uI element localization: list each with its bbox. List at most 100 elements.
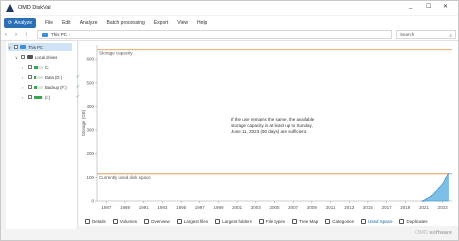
x-tick-label: 2011 [326,205,336,210]
tab-label: Tree Map [299,218,319,224]
tree-checkbox[interactable] [28,95,32,99]
search-input[interactable]: Search ⌕ [396,30,456,39]
y-tick-label: 400 [86,104,94,109]
x-tick-label: 2021 [419,205,430,210]
tab-label: Details [92,218,106,224]
used-space-point [444,177,447,180]
tab-label: Duplicates [406,218,428,224]
used-space-point [430,195,433,197]
tab-icon [325,218,331,224]
tab-details[interactable]: Details [85,218,106,224]
view-tabs: Details Volumes Overview Largest files Large… [79,215,458,227]
forecast-annotation: June 11, 2023 (90 days) are sufficient. [231,129,307,134]
tree-item-label: Data (D:) [45,74,62,80]
used-space-chart: 0 100 200 300 400 500 600 Storage (GB) 1987 1989 1… [79,41,458,226]
used-space-area [421,172,449,202]
brand-prefix: OMD [415,230,430,236]
tree-item-label: This PC [28,44,43,50]
tab-largest-folders[interactable]: Largest folders [215,218,252,224]
title-bar: OMD DiskVal _ ☐ ✕ [1,1,458,15]
x-tick-label: 1989 [120,205,131,210]
x-tick-label: 2017 [382,205,393,210]
tree-item-label: (I:) [45,94,51,100]
chevron-right-icon: › [69,32,71,37]
analyze-button[interactable]: ⟳ Analyze [4,17,36,28]
tab-categories[interactable]: Categories [325,218,354,224]
tab-volumes[interactable]: Volumes [112,218,138,224]
x-tick-label: 2019 [400,205,411,210]
tree-checkbox[interactable] [28,65,32,69]
app-logo-icon [6,4,14,12]
used-space-point [447,173,449,175]
x-tick-label: 2023 [438,205,449,210]
used-space-point [421,200,423,202]
tree-item[interactable]: › Backup (F:) ✓ [22,83,80,91]
search-icon: ⌕ [449,33,452,39]
tab-icon [144,218,150,224]
tab-label: Categories [332,218,354,224]
menu-item-analyze[interactable]: Analyze [80,20,98,26]
x-tick-label: 1999 [213,205,224,210]
chart-svg: 0 100 200 300 400 500 600 Storage (GB) 1987 1989 1… [81,45,452,210]
tab-used-space[interactable]: Used Space [360,218,392,224]
drive-usage-bar [34,65,43,69]
tree-item[interactable]: › (I:) ✓ [22,93,80,101]
brand-name: software [429,230,452,236]
tab-icon [85,218,90,224]
tab-icon [176,218,182,224]
tree-item-label: Backup (F:) [45,84,67,90]
forecast-annotation: storage capacity is at least up to Sunda… [231,123,313,128]
tab-overview[interactable]: Overview [144,218,170,224]
menu-item-file[interactable]: File [45,20,53,26]
tree-item[interactable]: › C: [22,63,72,71]
tree-item-label: Local drives [35,54,58,60]
app-window: OMD DiskVal _ ☐ ✕ ⟳ Analyze File Edit An… [0,0,459,241]
up-button[interactable]: ↑ [21,32,31,38]
close-button[interactable]: ✕ [443,3,448,10]
tree-checkbox[interactable] [21,55,25,59]
back-button[interactable]: ‹ [1,32,11,38]
tree-item[interactable]: › Data (D:) ✓ [22,73,80,81]
tab-icon [215,218,221,224]
menu-item-edit[interactable]: Edit [62,20,71,26]
x-tick-label: 2007 [288,205,299,210]
x-tick-label: 1993 [157,205,168,210]
used-space-point [442,183,444,185]
refresh-icon: ⟳ [8,19,13,26]
menu-bar: ⟳ Analyze File Edit Analyze Batch proces… [1,16,458,29]
menu-item-view[interactable]: View [177,20,188,26]
y-tick-label: 600 [86,57,94,62]
menu-item-batch[interactable]: Batch processing [106,20,144,26]
maximize-button[interactable]: ☐ [426,3,431,10]
y-tick-label: 300 [86,128,94,133]
tab-tree-map[interactable]: Tree Map [292,218,319,224]
tab-duplicates[interactable]: Duplicates [399,218,428,224]
tree-checkbox[interactable] [28,75,32,79]
tree-checkbox[interactable] [14,45,18,49]
drive-usage-fill [34,75,36,79]
tree-item[interactable]: ∨ This PC [8,43,72,51]
tab-largest-files[interactable]: Largest files [176,218,208,224]
tree-checkbox[interactable] [28,85,32,89]
tab-label: Volumes [119,218,138,224]
tab-icon [292,218,298,224]
forward-button[interactable]: › [11,32,21,38]
tree-item[interactable]: ∨ Local drives [15,53,72,61]
tab-icon [399,218,405,224]
tab-icon [112,218,118,224]
forecast-annotation: If the use remains the same, the availab… [231,117,315,122]
tab-file-types[interactable]: File types [258,218,285,224]
folder-tree: ∨ This PC ∨ Local drives › C: › Data (D:) ✓ › Back… [6,41,80,231]
drive-usage-bar [34,95,43,99]
status-bar: OMD software [1,229,458,240]
address-bar[interactable]: This PC › [37,30,392,39]
menu-item-help[interactable]: Help [197,20,207,26]
y-axis-label: Storage (GB) [81,109,86,136]
x-tick-label: 2005 [269,205,280,210]
menu-item-export[interactable]: Export [154,20,168,26]
minimize-button[interactable]: _ [409,3,412,9]
y-tick-label: 500 [86,80,94,85]
tab-icon [360,218,366,224]
tab-label: Largest folders [222,218,252,224]
used-space-point [438,187,440,189]
